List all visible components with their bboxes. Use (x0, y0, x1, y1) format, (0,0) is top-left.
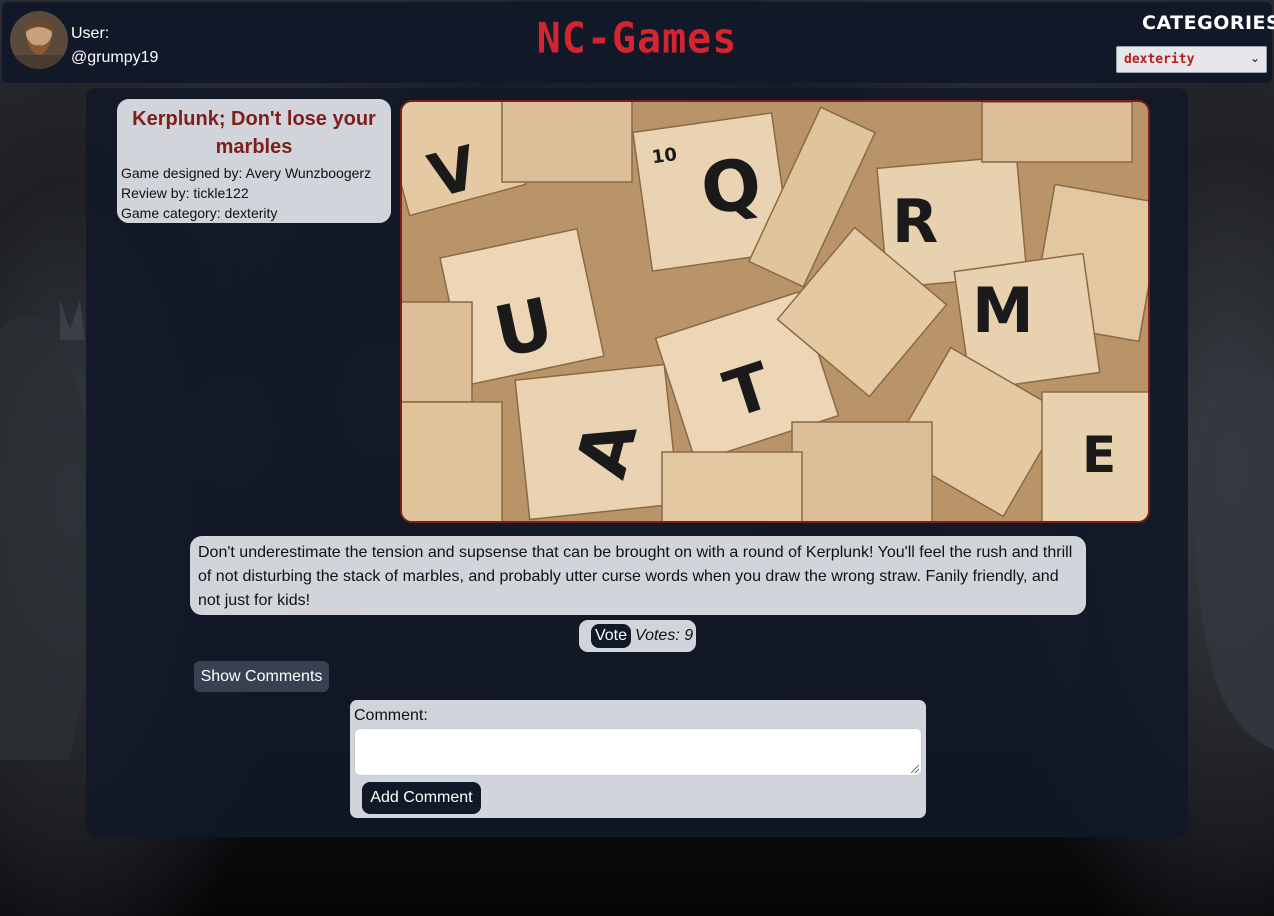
svg-text:R: R (892, 187, 938, 257)
vote-count: Votes: 9 (635, 627, 694, 644)
show-comments-button[interactable]: Show Comments (194, 661, 329, 692)
top-header: User: @grumpy19 NC-Games CATEGORIES dext… (2, 2, 1274, 83)
resize-grip-icon[interactable] (911, 765, 919, 773)
vote-button[interactable]: Vote (591, 624, 631, 648)
comment-textarea[interactable] (354, 728, 922, 776)
categories-title: CATEGORIES (1142, 12, 1274, 34)
chevron-down-icon: ⌄ (1249, 51, 1260, 65)
review-info-card: Kerplunk; Don't lose your marbles Game d… (117, 99, 391, 223)
review-author: Review by: tickle122 (121, 185, 249, 201)
svg-text:10: 10 (651, 144, 679, 168)
site-title[interactable]: NC-Games (2, 15, 1272, 63)
add-comment-button[interactable]: Add Comment (362, 782, 481, 814)
review-body: Don't underestimate the tension and sups… (190, 536, 1086, 615)
category-selected-value: dexterity (1124, 52, 1195, 67)
category-select[interactable]: dexterity ⌄ (1116, 46, 1267, 73)
review-category: Game category: dexterity (121, 205, 278, 221)
vote-box: Vote Votes: 9 (579, 620, 696, 652)
svg-text:Q: Q (696, 142, 766, 231)
review-title: Kerplunk; Don't lose your marbles (132, 108, 376, 158)
svg-text:M: M (972, 274, 1034, 347)
comment-label: Comment: (354, 707, 428, 724)
svg-text:E: E (1082, 426, 1116, 484)
comment-form: Comment: Add Comment (350, 700, 926, 818)
review-image: Q 10 R U M T A E V (400, 100, 1150, 523)
review-designer: Game designed by: Avery Wunzboogerz (121, 165, 372, 181)
